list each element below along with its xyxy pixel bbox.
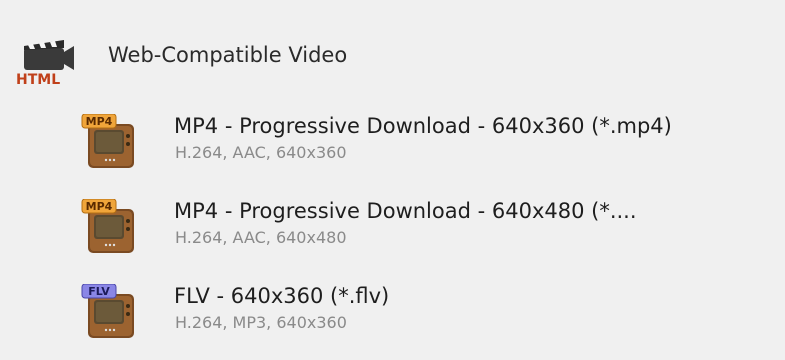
- category-label: Web-Compatible Video: [108, 43, 348, 67]
- badge-label: MP4: [86, 200, 113, 213]
- item-subtitle: H.264, AAC, 640x480: [175, 228, 347, 247]
- item-title: MP4 - Progressive Download - 640x360 (*.…: [174, 114, 672, 138]
- format-list-panel: HTML Web-Compatible Video MP4 MP4 - Prog…: [0, 0, 785, 353]
- item-title: FLV - 640x360 (*.flv): [174, 284, 390, 308]
- mp4-tv-icon: MP4: [80, 113, 142, 172]
- html-icon-text: HTML: [16, 72, 60, 86]
- item-subtitle: H.264, MP3, 640x360: [175, 313, 347, 332]
- flv-tv-icon: FLV: [80, 283, 142, 342]
- category-web-compatible-video[interactable]: HTML Web-Compatible Video: [0, 18, 785, 90]
- item-title: MP4 - Progressive Download - 640x480 (*.…: [174, 199, 637, 223]
- list-item[interactable]: FLV FLV - 640x360 (*.flv) H.264, MP3, 64…: [0, 280, 785, 360]
- badge-label: MP4: [86, 115, 113, 128]
- mp4-tv-icon: MP4: [80, 198, 142, 257]
- badge-label: FLV: [88, 285, 110, 298]
- list-item[interactable]: MP4 MP4 - Progressive Download - 640x360…: [0, 110, 785, 190]
- list-item[interactable]: MP4 MP4 - Progressive Download - 640x480…: [0, 195, 785, 275]
- html-video-icon: HTML: [14, 26, 78, 88]
- item-subtitle: H.264, AAC, 640x360: [175, 143, 347, 162]
